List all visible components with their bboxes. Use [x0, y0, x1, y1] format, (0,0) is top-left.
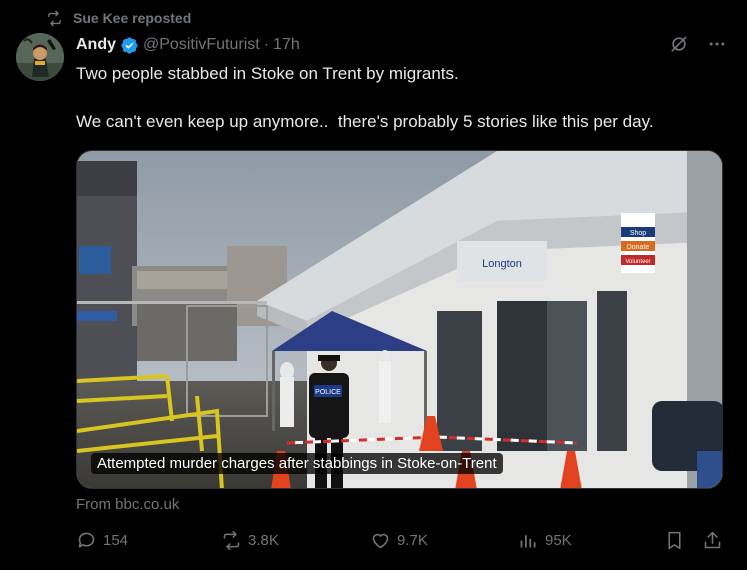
repost-icon	[48, 10, 61, 26]
sign-shop: Shop	[630, 230, 646, 237]
views-button[interactable]: 95K	[518, 530, 572, 551]
repost-header[interactable]: Sue Kee reposted	[46, 8, 191, 28]
reply-count: 154	[103, 532, 129, 549]
card-source[interactable]: From bbc.co.uk	[76, 496, 179, 513]
more-options-icon[interactable]	[707, 34, 727, 54]
like-button[interactable]: 9.7K	[370, 530, 428, 551]
bookmark-button[interactable]	[664, 530, 685, 551]
repost-button[interactable]: 3.8K	[221, 530, 279, 551]
grok-icon[interactable]	[669, 34, 689, 54]
author-name[interactable]: Andy	[76, 36, 116, 54]
building-sign: Longton	[482, 258, 522, 270]
avatar[interactable]	[16, 33, 64, 81]
bookmark-icon	[668, 531, 681, 550]
views-count: 95K	[545, 532, 572, 549]
card-caption: Attempted murder charges after stabbings…	[91, 453, 503, 474]
separator: ·	[263, 36, 270, 53]
repost-icon	[223, 530, 240, 551]
sign-volunteer: Volunteer	[625, 259, 650, 265]
author-handle[interactable]: @PositivFuturist	[143, 36, 260, 54]
like-count: 9.7K	[397, 532, 428, 549]
verified-badge-icon[interactable]	[120, 36, 139, 55]
police-label: POLICE	[315, 389, 341, 396]
views-icon	[520, 535, 536, 548]
tweet-line-2: We can't even keep up anymore.. there's …	[76, 112, 654, 131]
top-right-controls	[669, 34, 727, 54]
repost-text: Sue Kee reposted	[73, 10, 192, 26]
tweet-text: Two people stabbed in Stoke on Trent by …	[76, 62, 736, 134]
avatar-image	[16, 33, 64, 81]
timestamp[interactable]: 17h	[273, 36, 300, 54]
card-image: Longton Shop Donate Volunteer POLICE	[77, 151, 722, 488]
tweet-line-1: Two people stabbed in Stoke on Trent by …	[76, 64, 459, 83]
link-card[interactable]: Longton Shop Donate Volunteer POLICE Att…	[76, 150, 723, 489]
reply-icon	[78, 532, 95, 548]
tweet-header: Andy @PositivFuturist · 17h	[76, 34, 300, 56]
action-bar: 154 3.8K 9.7K 95K	[76, 530, 726, 556]
share-button[interactable]	[702, 530, 723, 551]
repost-count: 3.8K	[248, 532, 279, 549]
share-icon	[704, 531, 721, 549]
reply-button[interactable]: 154	[76, 530, 128, 551]
sign-donate: Donate	[627, 244, 650, 251]
heart-icon	[372, 533, 389, 549]
